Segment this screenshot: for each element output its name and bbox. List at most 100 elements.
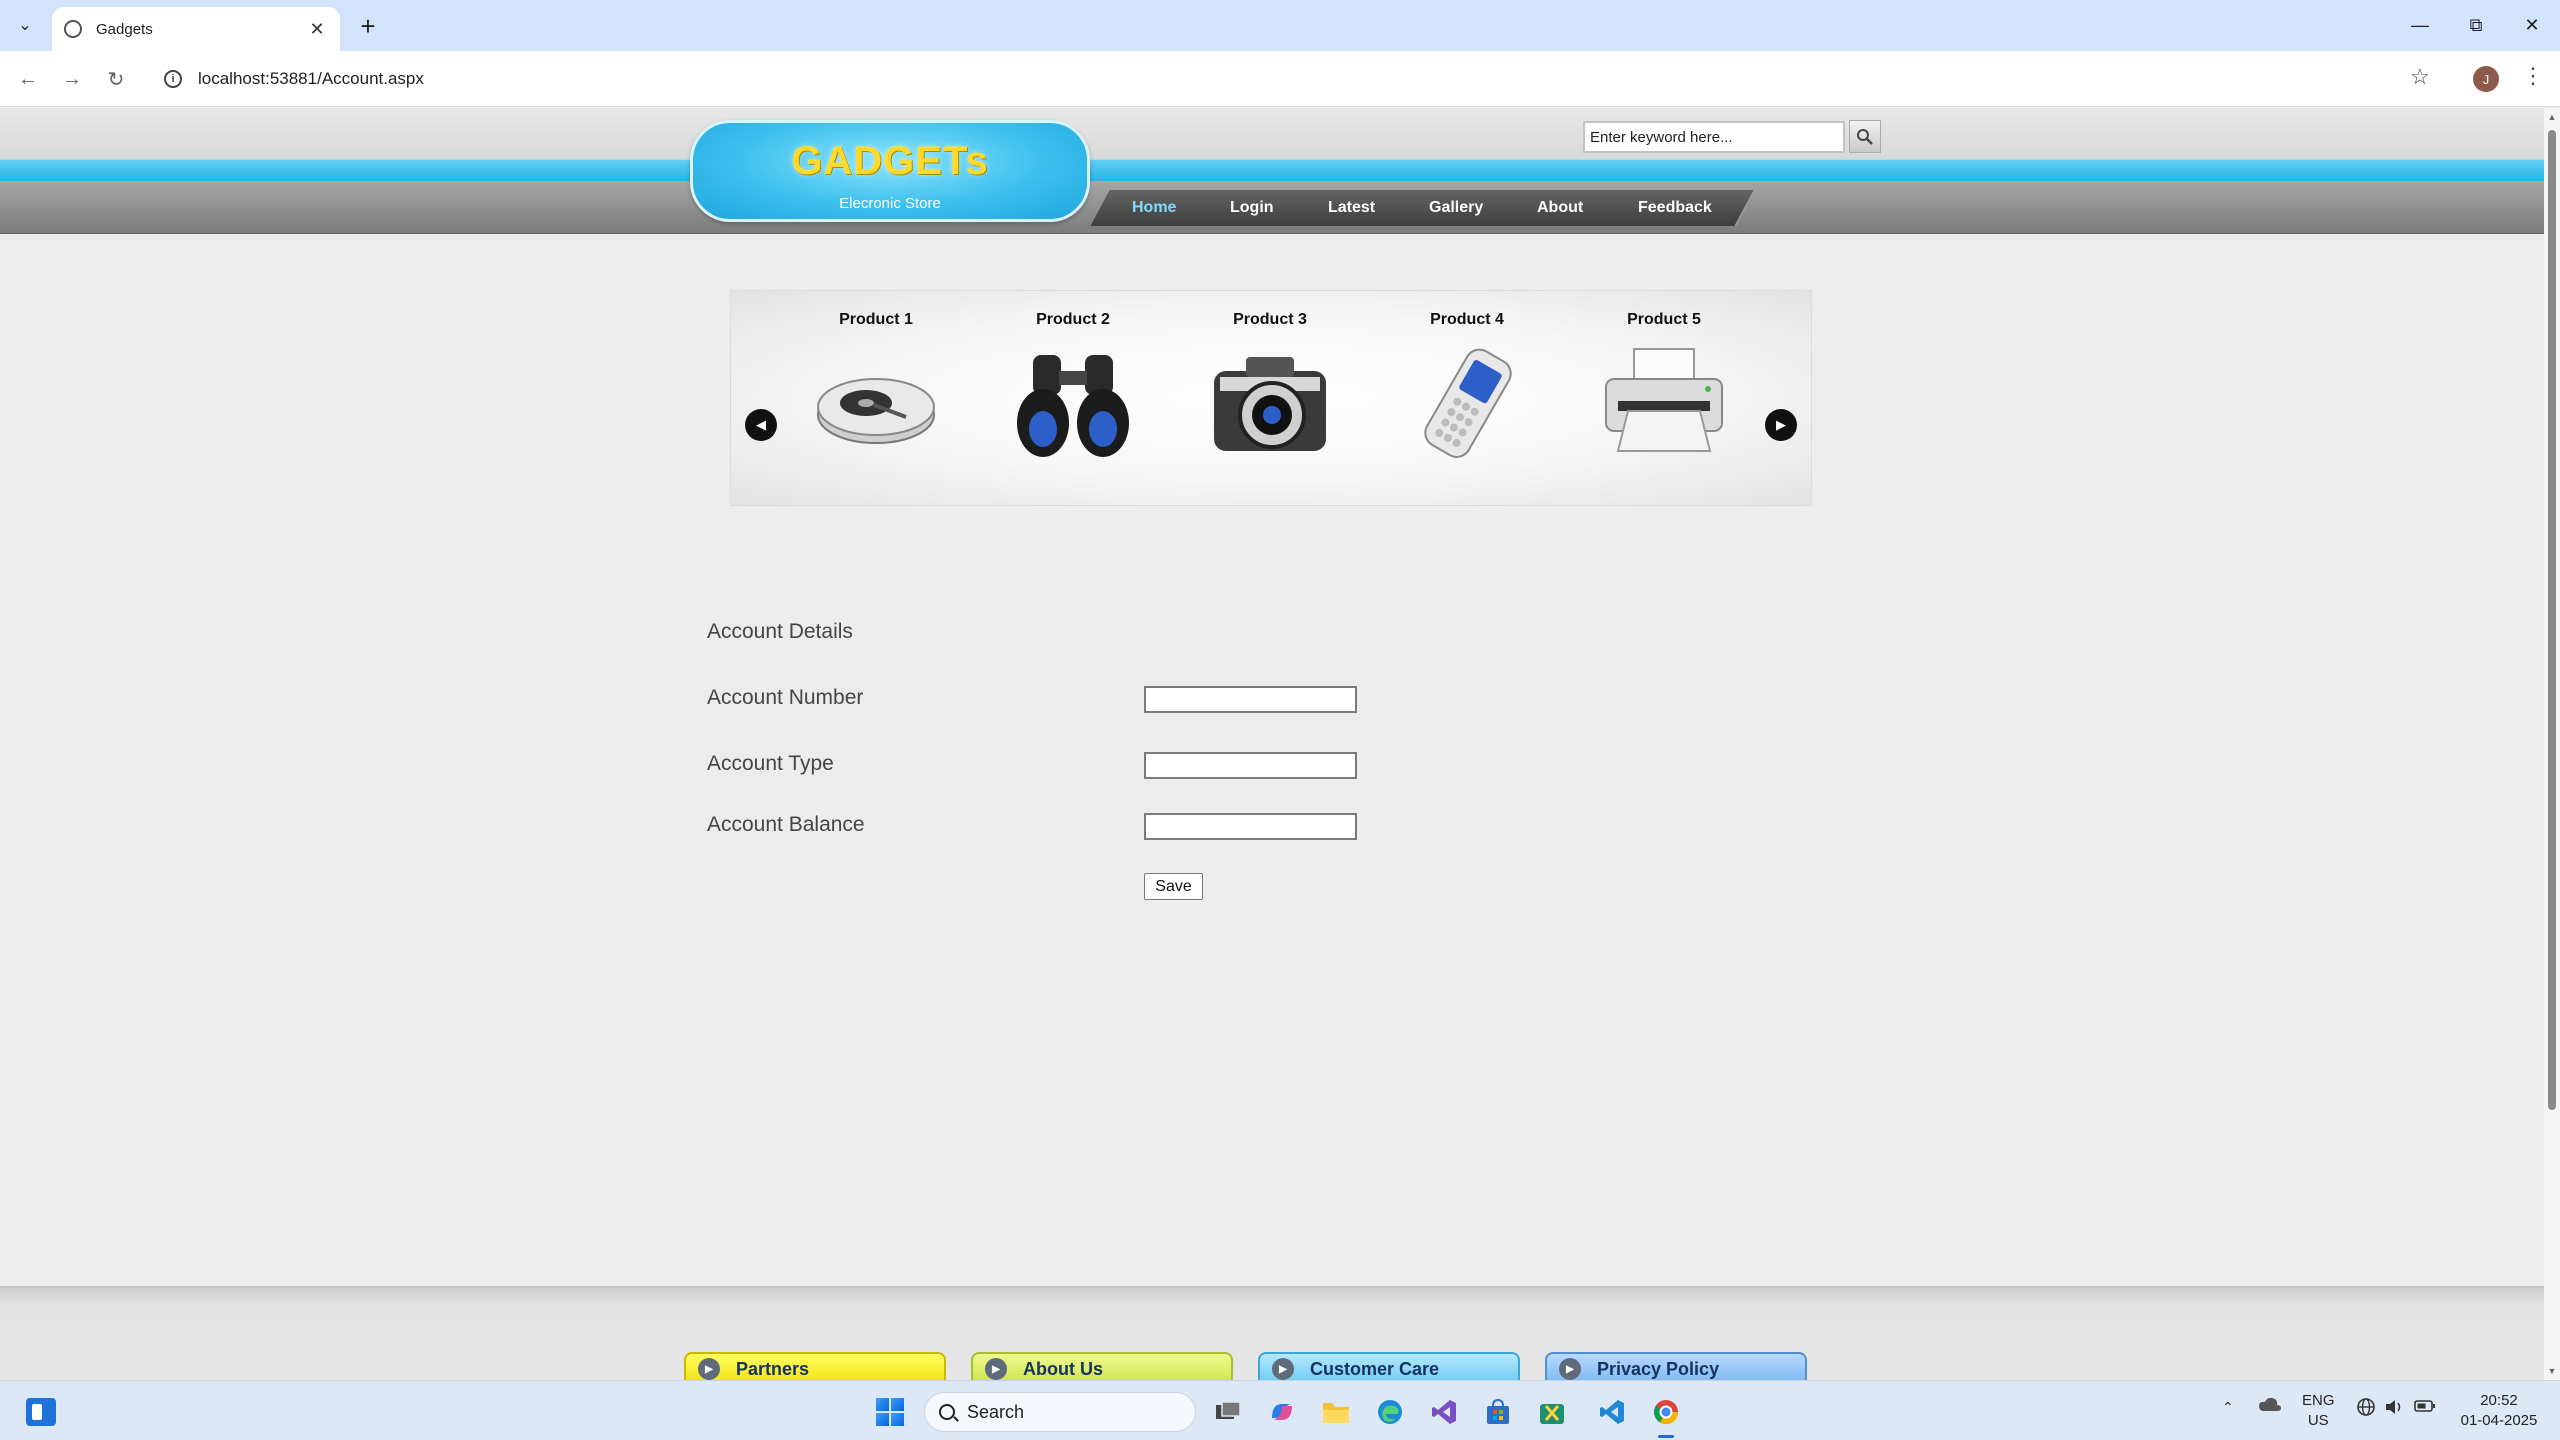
nav-home-label: Home	[1132, 199, 1177, 216]
mobile-phone-icon	[1424, 348, 1512, 458]
product-card[interactable]: Product 2	[988, 311, 1158, 468]
product-name: Product 5	[1627, 311, 1701, 328]
product-name: Product 3	[1233, 311, 1307, 328]
taskbar-search[interactable]: Search	[924, 1392, 1196, 1432]
product-card[interactable]: Product 5	[1579, 311, 1749, 468]
widgets-icon[interactable]	[26, 1398, 56, 1426]
window-controls: — ⧉ ✕	[2392, 0, 2560, 51]
file-explorer-icon[interactable]	[1318, 1394, 1354, 1430]
account-type-label: Account Type	[707, 752, 834, 775]
nav-feedback[interactable]: Feedback	[1596, 190, 1755, 226]
globe-icon	[64, 20, 82, 38]
microsoft-store-icon[interactable]	[1480, 1394, 1516, 1430]
nav-gallery-label: Gallery	[1429, 199, 1484, 216]
nav-feedback-label: Feedback	[1637, 199, 1712, 216]
close-window-icon[interactable]: ✕	[2504, 0, 2560, 51]
search-icon	[1857, 128, 1873, 145]
browser-menu-icon[interactable]: ⋮	[2522, 63, 2544, 89]
product-name: Product 4	[1430, 311, 1504, 328]
footer-link-label: Partners	[736, 1358, 810, 1379]
hard-drive-icon	[817, 378, 935, 444]
scroll-up-icon[interactable]: ▲	[2544, 112, 2560, 122]
footer-link-label: About Us	[1023, 1358, 1103, 1379]
clock-time: 20:52	[2480, 1392, 2518, 1409]
language-line2: US	[2307, 1412, 2329, 1429]
task-view-icon[interactable]	[1210, 1394, 1246, 1430]
network-globe-icon[interactable]	[2356, 1397, 2376, 1423]
search-button[interactable]	[1849, 120, 1881, 153]
address-bar[interactable]: i localhost:53881/Account.aspx	[152, 60, 2442, 98]
bookmark-star-icon[interactable]: ☆	[2410, 64, 2430, 90]
logo-title: GADGETs	[791, 139, 989, 183]
visual-studio-icon[interactable]	[1426, 1394, 1462, 1430]
volume-icon[interactable]	[2384, 1397, 2406, 1423]
search-icon	[939, 1404, 955, 1420]
footer-link-customer-care[interactable]: ▶ Customer Care	[1258, 1352, 1520, 1380]
footer-link-about-us[interactable]: ▶ About Us	[971, 1352, 1233, 1380]
start-windows-icon[interactable]	[872, 1394, 908, 1430]
product-carousel: ◀ ▶ Product 1 Product 2 Product 3 Produc…	[730, 290, 1812, 506]
clock[interactable]: 20:52 01-04-2025	[2456, 1391, 2542, 1431]
vscode-icon[interactable]	[1594, 1394, 1630, 1430]
play-icon: ▶	[1559, 1358, 1581, 1380]
windows-taskbar: Search ⌃ ENG US 20:52 01-04-2025	[0, 1380, 2560, 1440]
nav-about-label: About	[1537, 199, 1584, 216]
tab-search-chevron-icon[interactable]: ⌄	[10, 12, 40, 38]
onedrive-cloud-icon[interactable]	[2258, 1395, 2282, 1419]
account-type-input[interactable]	[1144, 752, 1357, 779]
save-button[interactable]: Save	[1144, 873, 1203, 900]
clock-date: 01-04-2025	[2460, 1412, 2538, 1429]
browser-tab[interactable]: Gadgets ✕	[52, 7, 340, 51]
nav-login-label: Login	[1230, 199, 1274, 216]
page-viewport: GADGETs Elecronic Store Home Login Lates…	[0, 108, 2544, 1380]
tab-close-icon[interactable]: ✕	[306, 19, 328, 40]
copilot-icon[interactable]	[1264, 1394, 1300, 1430]
language-line1: ENG	[2302, 1392, 2335, 1409]
forward-arrow-icon[interactable]: →	[56, 63, 88, 95]
product-card[interactable]: Product 3	[1185, 311, 1355, 468]
play-icon: ▶	[1272, 1358, 1294, 1380]
account-balance-input[interactable]	[1144, 813, 1357, 840]
header-blue-band	[0, 159, 2544, 181]
new-tab-plus-icon[interactable]: +	[352, 10, 384, 42]
form-heading: Account Details	[707, 620, 853, 643]
minimize-icon[interactable]: —	[2392, 0, 2448, 51]
site-info-icon[interactable]: i	[164, 70, 182, 88]
header-top-band	[0, 108, 2544, 159]
snipping-tool-icon[interactable]	[1534, 1394, 1570, 1430]
account-number-input[interactable]	[1144, 686, 1357, 713]
battery-icon[interactable]	[2414, 1399, 2436, 1419]
browser-toolbar: ← → ↻ i localhost:53881/Account.aspx ☆ J…	[0, 51, 2560, 107]
taskbar-search-label: Search	[967, 1401, 1025, 1422]
page-scrollbar[interactable]: ▲ ▼	[2544, 108, 2560, 1380]
nav-latest-label: Latest	[1328, 199, 1376, 216]
product-card[interactable]: Product 4	[1382, 311, 1552, 468]
profile-avatar[interactable]: J	[2473, 66, 2499, 92]
scroll-down-icon[interactable]: ▼	[2544, 1366, 2560, 1376]
tab-title: Gadgets	[96, 20, 153, 38]
account-balance-label: Account Balance	[707, 813, 865, 836]
product-name: Product 1	[839, 311, 913, 328]
account-number-label: Account Number	[707, 686, 864, 709]
scrollbar-thumb[interactable]	[2548, 130, 2556, 1110]
reload-icon[interactable]: ↻	[100, 63, 132, 95]
footer-link-partners[interactable]: ▶ Partners	[684, 1352, 946, 1380]
logo-subtitle: Elecronic Store	[839, 195, 941, 212]
show-hidden-icons-chevron-icon[interactable]: ⌃	[2222, 1397, 2234, 1417]
product-name: Product 2	[1036, 311, 1110, 328]
restore-icon[interactable]: ⧉	[2448, 0, 2504, 51]
edge-browser-icon[interactable]	[1372, 1394, 1408, 1430]
carousel-next-icon[interactable]: ▶	[1765, 409, 1797, 441]
url-text: localhost:53881/Account.aspx	[198, 69, 424, 88]
footer-link-privacy-policy[interactable]: ▶ Privacy Policy	[1545, 1352, 1807, 1380]
chrome-icon[interactable]	[1648, 1394, 1684, 1430]
language-indicator[interactable]: ENG US	[2302, 1391, 2335, 1431]
product-card[interactable]: Product 1	[791, 311, 961, 468]
browser-tab-bar: ⌄ Gadgets ✕ + — ⧉ ✕	[0, 0, 2560, 51]
active-app-indicator	[1658, 1435, 1674, 1438]
back-arrow-icon[interactable]: ←	[12, 63, 44, 95]
keyword-search-input[interactable]	[1583, 121, 1845, 153]
site-logo[interactable]: GADGETs Elecronic Store	[690, 120, 1090, 222]
carousel-prev-icon[interactable]: ◀	[745, 409, 777, 441]
play-icon: ▶	[985, 1358, 1007, 1380]
